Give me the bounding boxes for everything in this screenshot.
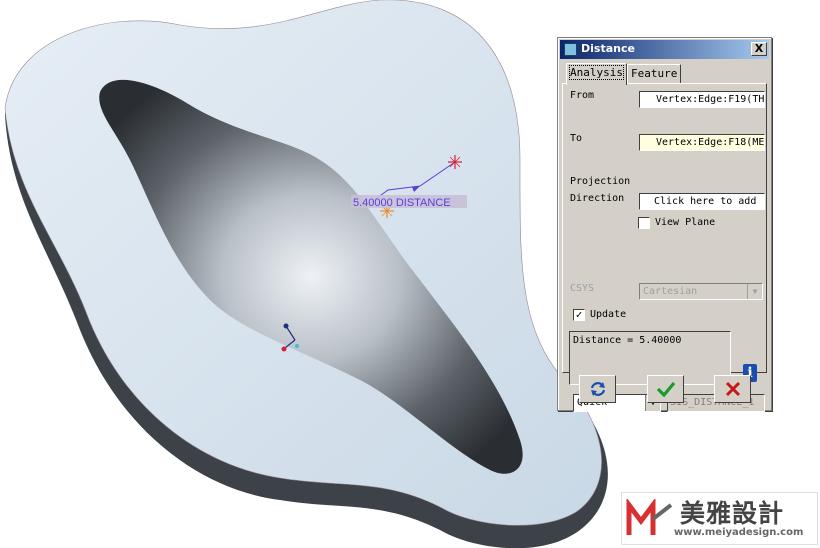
csys-select[interactable]: Cartesian ▼ (639, 283, 763, 300)
from-label: From (570, 90, 595, 101)
cancel-x-icon (725, 381, 741, 397)
watermark-chinese: 美雅設計 (680, 499, 785, 528)
watermark-logo: 美雅設計 www.meiyadesign.com (621, 492, 818, 545)
to-field[interactable]: Vertex:Edge:F18(ME (639, 134, 765, 151)
from-field[interactable]: Vertex:Edge:F19(TH (639, 91, 765, 108)
dialog-app-icon (564, 43, 577, 56)
csys-select-value: Cartesian (643, 286, 698, 297)
analysis-panel: From Vertex:Edge:F19(TH To Vertex:Edge:F… (562, 83, 767, 412)
to-label: To (570, 133, 583, 144)
close-button[interactable]: X (751, 42, 767, 56)
watermark-url: www.meiyadesign.com (674, 527, 804, 538)
ok-check-icon (656, 381, 676, 398)
update-label: Update (590, 309, 627, 320)
projection-label: Projection (570, 176, 631, 187)
repeat-button[interactable] (579, 375, 616, 403)
view-plane-checkbox[interactable] (638, 217, 650, 229)
csys-label: CSYS (570, 283, 595, 294)
dialog-title: Distance (581, 42, 635, 55)
repeat-icon (590, 382, 606, 396)
tab-analysis-label: Analysis (569, 65, 624, 80)
dialog-titlebar[interactable]: Distance X (560, 40, 769, 59)
logo-mark-icon (626, 499, 673, 535)
view-plane-label: View Plane (655, 217, 716, 228)
update-checkbox[interactable]: ✓ (573, 309, 585, 321)
ok-button[interactable] (647, 375, 684, 403)
direction-label: Direction (570, 193, 625, 204)
part-model (4, 0, 608, 548)
measure-label: 5.40000 DISTANCE (353, 197, 451, 209)
checkmark-icon: ✓ (575, 308, 583, 321)
tab-feature[interactable]: Feature (627, 64, 682, 84)
distance-dialog: Distance X Analysis Feature From Vertex:… (557, 37, 772, 412)
direction-field[interactable]: Click here to add (639, 193, 765, 210)
vertex-marker-red-icon (448, 155, 462, 169)
tab-feature-label: Feature (631, 67, 678, 80)
chevron-down-icon: ▼ (747, 284, 762, 299)
tab-analysis[interactable]: Analysis (566, 63, 627, 85)
cancel-button[interactable] (714, 375, 751, 403)
